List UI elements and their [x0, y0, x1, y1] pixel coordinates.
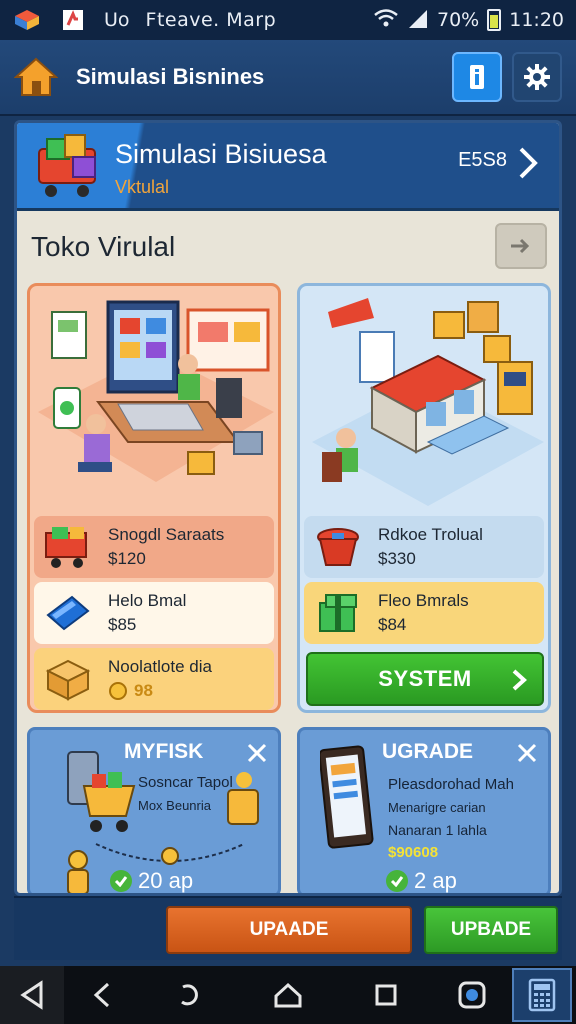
- upgrade-secondary-button[interactable]: UPBADE: [424, 906, 558, 954]
- gear-icon: [524, 64, 550, 90]
- system-button[interactable]: SYSTEM: [306, 652, 544, 706]
- promo-line-1: Sosncar Tapol: [138, 774, 233, 791]
- promo-card-right[interactable]: UGRADE Pleasdorohad Mah Menarigre carian…: [297, 727, 551, 893]
- nav-back-chevron[interactable]: [82, 976, 122, 1014]
- promo-footer: 20 ap: [110, 868, 194, 893]
- camera-icon: [458, 981, 486, 1009]
- flow-arrow-icon: [95, 843, 245, 865]
- nav-refresh[interactable]: [168, 976, 208, 1014]
- clock: 11:20: [509, 9, 564, 31]
- back-button[interactable]: [0, 966, 64, 1024]
- list-item[interactable]: Rdkoe Trolual $330: [304, 516, 544, 578]
- promo-line-1: Pleasdorohad Mah: [388, 776, 514, 793]
- chevron-left-icon: [93, 982, 110, 1008]
- promo-value: $90608: [388, 844, 439, 861]
- check-icon: [110, 870, 132, 892]
- basket-icon: [317, 528, 359, 566]
- section-arrow-button[interactable]: [495, 223, 547, 269]
- shop-cart-icon: [38, 134, 96, 197]
- square-icon: [375, 984, 397, 1006]
- promo-footer: 2 ap: [386, 868, 457, 893]
- chevron-right-icon[interactable]: [515, 143, 541, 183]
- upgrade-primary-button[interactable]: UPAADE: [166, 906, 412, 954]
- nav-home[interactable]: [268, 976, 308, 1014]
- system-nav-bar: [0, 966, 576, 1024]
- home-icon[interactable]: [13, 55, 59, 99]
- person-icon: [227, 772, 259, 825]
- promo-line-3: Nanaran 1 lahla: [388, 822, 487, 838]
- info-icon: [470, 65, 484, 89]
- calculator-icon: [528, 978, 556, 1012]
- tablet-icon: [320, 745, 374, 849]
- coin-icon: [109, 682, 127, 700]
- list-item[interactable]: Helo Bmal $85: [34, 582, 274, 644]
- list-item[interactable]: Snogdl Saraats $120: [34, 516, 274, 578]
- app-bar: Simulasi Bisnines: [0, 40, 576, 116]
- item-name: Rdkoe Trolual: [378, 525, 483, 544]
- item-name: Fleo Bmrals: [378, 591, 469, 610]
- info-button[interactable]: [452, 52, 502, 102]
- item-name: Helo Bmal: [108, 591, 187, 610]
- check-icon: [386, 870, 408, 892]
- virtual-shop-card-left[interactable]: Snogdl Saraats $120 Helo Bmal $85 Noolatlo…: [27, 283, 281, 713]
- item-name: Noolatlote dia: [108, 657, 212, 676]
- close-icon[interactable]: [246, 742, 268, 764]
- app-title: Simulasi Bisnines: [76, 64, 265, 89]
- office-illustration: [38, 300, 274, 482]
- promo-title: MYFISK: [124, 740, 204, 763]
- undo-icon: [181, 984, 198, 1006]
- wifi-icon: [373, 8, 399, 33]
- nav-camera[interactable]: [452, 976, 492, 1014]
- cart-icon: [45, 527, 87, 568]
- battery-icon: [487, 9, 502, 31]
- item-price: $84: [378, 615, 407, 634]
- arrow-right-icon: [511, 238, 530, 254]
- hero-code: E5S8: [458, 149, 507, 171]
- app-cube-icon: [12, 7, 42, 33]
- signal-icon: [407, 8, 429, 33]
- item-name: Snogdl Saraats: [108, 525, 225, 544]
- main-panel: Simulasi Bisiuesa Vktulal E5S8 Toko Viru…: [14, 120, 562, 896]
- battery-percent: 70%: [437, 9, 480, 31]
- action-bar: UPAADE UPBADE: [14, 896, 562, 960]
- settings-button[interactable]: [512, 52, 562, 102]
- item-price: $85: [108, 615, 137, 634]
- promo-line-2: Mox Beunria: [138, 798, 211, 813]
- chevron-right-icon: [512, 669, 527, 691]
- hero-title: Simulasi Bisiuesa: [115, 139, 327, 169]
- promo-footer-text: 20 ap: [138, 868, 194, 893]
- promo-card-left[interactable]: MYFISK Sosncar Tapol Mox Beunria 20 ap: [27, 727, 281, 893]
- storefront-illustration: [312, 298, 544, 506]
- home-outline-icon: [274, 982, 302, 1008]
- promo-line-2: Menarigre carian: [388, 800, 486, 815]
- section-title: Toko Virulal: [31, 231, 176, 262]
- item-price: $120: [108, 549, 146, 568]
- list-item[interactable]: Fleo Bmrals $84: [304, 582, 544, 644]
- system-button-label: SYSTEM: [378, 666, 472, 691]
- item-price: 98: [134, 681, 153, 700]
- item-price: $330: [378, 549, 416, 568]
- close-icon[interactable]: [516, 742, 538, 764]
- hero-banner[interactable]: Simulasi Bisiuesa Vktulal E5S8: [17, 123, 559, 211]
- gift-box-icon: [319, 594, 357, 632]
- status-bar: Uo Fteave. Marp 70% 11:20: [0, 0, 576, 40]
- back-triangle-icon: [20, 980, 43, 1010]
- nav-recents[interactable]: [366, 976, 406, 1014]
- list-item[interactable]: Noolatlote dia 98: [34, 648, 274, 710]
- promo-footer-text: 2 ap: [414, 868, 457, 893]
- box-icon: [45, 659, 91, 701]
- status-title-short: Uo: [104, 9, 130, 31]
- card-icon: [46, 595, 90, 631]
- status-title: Fteave. Marp: [145, 9, 277, 31]
- hero-subtitle: Vktulal: [115, 177, 170, 197]
- nav-calculator[interactable]: [512, 968, 572, 1022]
- person-figure-icon: [67, 850, 89, 893]
- notification-icon: [58, 7, 88, 33]
- virtual-shop-card-right[interactable]: Rdkoe Trolual $330 Fleo Bmrals $84 SYSTEM: [297, 283, 551, 713]
- promo-title: UGRADE: [382, 740, 474, 763]
